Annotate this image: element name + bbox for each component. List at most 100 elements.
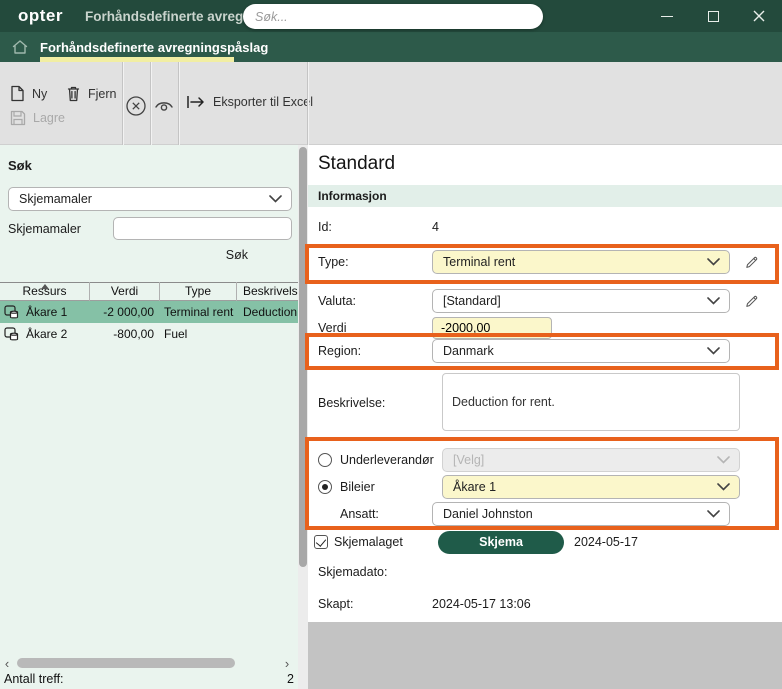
search-panel-header: Søk (8, 158, 32, 173)
export-excel-label: Eksporter til Excel (213, 95, 313, 109)
home-button[interactable] (11, 38, 31, 58)
region-label: Region: (308, 344, 432, 358)
ansatt-dropdown[interactable]: Daniel Johnston (432, 502, 730, 526)
vertical-scrollbar-thumb[interactable] (299, 147, 307, 567)
new-button[interactable]: Ny (10, 85, 47, 102)
toolbar-separator (122, 62, 123, 145)
global-search[interactable] (243, 4, 543, 29)
cell-beskrivelse: Deduction for rent. (237, 305, 298, 319)
section-header-informasjon: Informasjon (308, 185, 782, 207)
skjemadato-row: Skjemadato: (308, 560, 782, 584)
toolbar-separator (178, 62, 179, 145)
chevron-down-icon (707, 347, 720, 355)
maximize-icon (708, 11, 719, 22)
horizontal-scrollbar-thumb[interactable] (17, 658, 235, 668)
column-header-type[interactable]: Type (160, 282, 237, 301)
minimize-button[interactable] (644, 0, 690, 32)
toolbar-separator (150, 62, 151, 145)
skapt-label: Skapt: (308, 597, 432, 611)
id-value: 4 (432, 220, 439, 234)
column-header-beskrivelse[interactable]: Beskrivelse (237, 282, 298, 301)
tab-label: Forhåndsdefinerte avregningspåslag (40, 40, 268, 55)
toolbar: Ny Fjern Lagre Eksporter til Excel (0, 62, 782, 145)
underleverandor-dropdown-value: [Velg] (453, 453, 484, 467)
valuta-row: Valuta: [Standard] (308, 289, 782, 313)
search-submit-button[interactable]: Søk (226, 248, 248, 262)
column-header-verdi[interactable]: Verdi (90, 282, 160, 301)
verdi-input[interactable] (432, 317, 552, 339)
skjema-button[interactable]: Skjema (438, 531, 564, 554)
entity-type-dropdown[interactable]: Skjemamaler (8, 187, 292, 211)
bileier-dropdown[interactable]: Åkare 1 (442, 475, 740, 499)
close-icon (753, 10, 765, 22)
pencil-icon (744, 255, 759, 270)
save-icon (10, 110, 26, 126)
resource-icon (4, 305, 20, 320)
sort-ascending-icon (41, 284, 49, 289)
region-dropdown[interactable]: Danmark (432, 339, 730, 363)
cell-verdi: -800,00 (90, 327, 160, 341)
chevron-down-icon (717, 456, 730, 464)
close-button[interactable] (736, 0, 782, 32)
id-row: Id: 4 (308, 215, 782, 239)
skjemalaget-checkbox[interactable] (314, 535, 328, 549)
chevron-down-icon (707, 510, 720, 518)
search-field-input[interactable] (113, 217, 292, 240)
results-table: Ressurs Verdi Type Beskrivelse Åkare 1 -… (0, 282, 298, 345)
beskrivelse-label: Beskrivelse: (318, 396, 385, 410)
cell-type: Terminal rent (160, 305, 237, 319)
table-row[interactable]: Åkare 2 -800,00 Fuel (0, 323, 298, 345)
result-count-value: 2 (287, 672, 294, 686)
export-excel-button[interactable]: Eksporter til Excel (186, 94, 313, 110)
scroll-left-button[interactable]: ‹ (0, 655, 14, 671)
export-arrow-icon (186, 94, 206, 110)
maximize-button[interactable] (690, 0, 736, 32)
window-controls (644, 0, 782, 32)
minimize-icon (661, 16, 673, 17)
underleverandor-dropdown[interactable]: [Velg] (442, 448, 740, 472)
remove-button[interactable]: Fjern (66, 85, 116, 102)
skapt-row: Skapt: 2024-05-17 13:06 (308, 592, 782, 616)
clear-filter-button[interactable] (124, 94, 148, 118)
global-search-input[interactable] (255, 10, 531, 24)
region-row: Region: Danmark (308, 339, 782, 363)
save-button[interactable]: Lagre (10, 110, 65, 126)
verdi-label: Verdi (308, 321, 432, 335)
opter-logo: opter (18, 6, 63, 26)
edit-type-button[interactable] (744, 255, 759, 270)
circled-x-icon (125, 95, 147, 117)
type-dropdown-value: Terminal rent (443, 255, 515, 269)
chevron-down-icon (707, 258, 720, 266)
cell-verdi: -2 000,00 (90, 305, 160, 319)
search-field-label: Skjemamaler (8, 222, 113, 236)
id-label: Id: (308, 220, 432, 234)
cell-type: Fuel (160, 327, 237, 341)
chevron-down-icon (717, 483, 730, 491)
chevron-down-icon (269, 195, 282, 203)
bileier-row: Bileier Åkare 1 (308, 475, 782, 499)
detail-title: Standard (318, 153, 395, 175)
underleverandor-radio[interactable] (318, 453, 332, 467)
cell-ressurs: Åkare 2 (26, 327, 67, 341)
bileier-radio[interactable] (318, 480, 332, 494)
beskrivelse-textarea[interactable]: Deduction for rent. (442, 373, 740, 431)
result-count-row: Antall treff: 2 (4, 672, 294, 686)
type-label: Type: (308, 255, 432, 269)
skjemadato-label: Skjemadato: (308, 565, 432, 579)
eye-icon (153, 95, 175, 117)
edit-valuta-button[interactable] (744, 294, 759, 309)
table-row[interactable]: Åkare 1 -2 000,00 Terminal rent Deductio… (0, 301, 298, 323)
beskrivelse-value: Deduction for rent. (452, 395, 555, 409)
scroll-right-button[interactable]: › (280, 655, 294, 671)
resource-icon (4, 327, 20, 342)
valuta-dropdown-value: [Standard] (443, 294, 501, 308)
type-dropdown[interactable]: Terminal rent (432, 250, 730, 274)
preview-button[interactable] (152, 94, 176, 118)
underleverandor-row: Underleverandør [Velg] (308, 448, 782, 472)
app-window: opter Forhåndsdefinerte avregningspåslag… (0, 0, 782, 689)
tab-bar: Forhåndsdefinerte avregningspåslag (0, 32, 782, 62)
vertical-scrollbar (298, 145, 308, 689)
new-document-icon (10, 85, 25, 102)
ansatt-dropdown-value: Daniel Johnston (443, 507, 533, 521)
valuta-dropdown[interactable]: [Standard] (432, 289, 730, 313)
